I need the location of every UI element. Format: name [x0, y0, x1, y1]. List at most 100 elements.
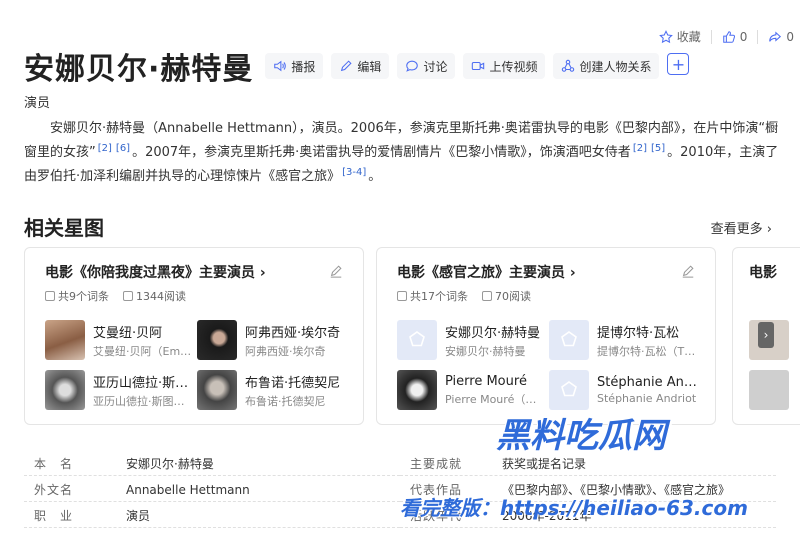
carousel-next-button[interactable]: ›	[758, 322, 774, 348]
watermark-title: 黑料吃瓜网	[496, 416, 666, 456]
info-row: 职 业 演员	[24, 504, 400, 528]
card-title[interactable]: 电影《你陪我度过黑夜》主要演员 ›	[45, 262, 266, 282]
upload-video-label: 上传视频	[489, 59, 538, 74]
discuss-label: 讨论	[423, 59, 448, 74]
person-name: 亚历山德拉·斯图尔特	[93, 375, 195, 391]
info-value: Annabelle Hettmann	[126, 482, 250, 497]
person-name: 艾曼纽·贝阿	[93, 325, 163, 341]
top-toolbar: 收藏 0 0	[658, 28, 794, 45]
add-button[interactable]: +	[667, 53, 690, 75]
share-icon	[769, 30, 782, 42]
person-subtitle: 布鲁诺·托德契尼	[245, 394, 326, 408]
person-subtitle: 艾曼纽·贝阿（Emmanuelle Béart）	[93, 344, 195, 358]
card-meta: 共9个词条 1344阅读	[45, 288, 186, 304]
relation-card[interactable]: 电影《你陪我度过黑夜》主要演员 › 共9个词条 1344阅读 艾曼纽·贝阿 艾曼纽…	[24, 247, 364, 425]
person-item[interactable]: 亚历山德拉·斯图尔特亚历山德拉·斯图尔特	[45, 370, 195, 410]
entry-icon	[45, 291, 55, 301]
citation-link[interactable]: [3-4]	[340, 167, 368, 178]
person-subtitle: Pierre Mouré（皮埃尔）	[445, 392, 547, 406]
avatar	[397, 370, 437, 410]
action-bar: 播报 编辑 讨论 上传视频 创建人物关系 +	[265, 53, 690, 79]
divider	[710, 29, 712, 44]
avatar	[197, 320, 237, 360]
relation-card[interactable]: 电影《感官之旅》主要演员 › 共17个词条 70阅读 安娜贝尔·赫特曼 安娜贝尔·…	[376, 247, 716, 425]
entry-icon	[397, 291, 407, 301]
info-label: 外文名	[34, 483, 74, 497]
star-icon	[658, 29, 673, 43]
person-name: Pierre Mouré	[445, 373, 527, 389]
favorite-label: 收藏	[676, 30, 701, 44]
page-title: 安娜贝尔·赫特曼	[24, 52, 254, 87]
entry-count: 共17个词条	[410, 290, 468, 303]
edit-label: 编辑	[357, 59, 382, 74]
chevron-right-icon: ›	[766, 222, 772, 237]
title-row: 安娜贝尔·赫特曼 播报 编辑 讨论 上传视频 创建人物关系 +	[24, 44, 690, 88]
placeholder-icon	[561, 331, 577, 347]
person-name: Stéphanie Andriot	[597, 375, 699, 390]
thumbs-up-icon	[722, 30, 735, 43]
edit-button[interactable]: 编辑	[331, 53, 390, 79]
read-count: 70阅读	[495, 290, 531, 303]
view-more-link[interactable]: 查看更多 ›	[711, 218, 772, 237]
citation-link[interactable]: [2]	[96, 143, 114, 154]
card-title-text: 电影《你陪我度过黑夜》主要演员	[45, 265, 255, 281]
create-relation-button[interactable]: 创建人物关系	[553, 53, 660, 79]
read-count: 1344阅读	[136, 290, 186, 303]
pencil-icon[interactable]	[329, 264, 343, 278]
citation-link[interactable]: [6]	[114, 143, 132, 154]
person-item[interactable]: 安娜贝尔·赫特曼 安娜贝尔·赫特曼	[397, 320, 547, 360]
avatar-placeholder	[549, 320, 589, 360]
chevron-right-icon: ›	[569, 265, 576, 281]
page-subtitle: 演员	[24, 96, 51, 111]
pencil-icon	[341, 60, 352, 72]
info-row: 外文名 Annabelle Hettmann	[24, 478, 400, 502]
person-item[interactable]: 艾曼纽·贝阿艾曼纽·贝阿（Emmanuelle Béart）	[45, 320, 195, 360]
chevron-right-icon: ›	[259, 265, 266, 281]
person-name: 布鲁诺·托德契尼	[245, 375, 341, 391]
share-button[interactable]: 0	[768, 30, 794, 44]
speaker-icon	[274, 60, 287, 72]
info-label: 本 名	[34, 457, 74, 471]
like-button[interactable]: 0	[722, 29, 748, 44]
avatar	[45, 370, 85, 410]
citation-link[interactable]: [5]	[649, 143, 667, 154]
discuss-button[interactable]: 讨论	[397, 53, 456, 79]
divider	[757, 29, 759, 44]
summary-paragraph: 安娜贝尔·赫特曼（Annabelle Hettmann），演员。2006年，参演…	[24, 117, 784, 189]
person-subtitle: 提博尔特·瓦松（Thibault Vinçon）	[597, 344, 699, 358]
card-title[interactable]: 电影《感官之旅》主要演员 ›	[397, 262, 576, 282]
info-value[interactable]: 获奖或提名记录	[502, 455, 586, 472]
section-title: 相关星图	[24, 216, 104, 240]
book-icon	[123, 291, 133, 301]
person-subtitle: Stéphanie Andriot	[597, 392, 697, 405]
favorite-button[interactable]: 收藏	[658, 28, 701, 45]
person-item[interactable]: 布鲁诺·托德契尼 布鲁诺·托德契尼	[197, 370, 347, 410]
entry-count: 共9个词条	[58, 290, 109, 303]
avatar	[197, 370, 237, 410]
person-item[interactable]: 阿弗西娅·埃尔奇 阿弗西娅·埃尔奇	[197, 320, 347, 360]
person-name: 安娜贝尔·赫特曼	[445, 325, 541, 341]
info-label: 主要成就	[410, 457, 463, 471]
info-value: 演员	[126, 509, 151, 523]
person-item[interactable]: Pierre Mouré Pierre Mouré（皮埃尔）	[397, 370, 547, 410]
upload-video-button[interactable]: 上传视频	[463, 53, 546, 79]
placeholder-icon	[561, 381, 577, 397]
person-item[interactable]: 提博尔特·瓦松提博尔特·瓦松（Thibault Vinçon）	[549, 320, 699, 360]
person-name: 提博尔特·瓦松	[597, 325, 680, 341]
book-icon	[482, 291, 492, 301]
broadcast-button[interactable]: 播报	[265, 53, 324, 79]
pencil-icon[interactable]	[681, 264, 695, 278]
citation-link[interactable]: [2]	[631, 143, 649, 154]
avatar-placeholder	[397, 320, 437, 360]
person-subtitle: 阿弗西娅·埃尔奇	[245, 344, 326, 358]
info-value: 安娜贝尔·赫特曼	[126, 457, 214, 471]
avatar	[749, 370, 789, 410]
summary-text: 。2007年，参演克里斯托弗·奥诺雷执导的爱情剧情片《巴黎小情歌》，饰演酒吧女侍…	[132, 145, 631, 160]
like-count: 0	[739, 29, 748, 44]
card-title-text: 电影《感官之旅》主要演员	[397, 265, 565, 281]
person-item[interactable]: Stéphanie Andriot Stéphanie Andriot	[549, 370, 699, 410]
chevron-right-icon: ›	[763, 328, 769, 342]
info-label: 职 业	[34, 509, 74, 523]
card-title-text: 电影	[749, 265, 777, 281]
avatar	[45, 320, 85, 360]
